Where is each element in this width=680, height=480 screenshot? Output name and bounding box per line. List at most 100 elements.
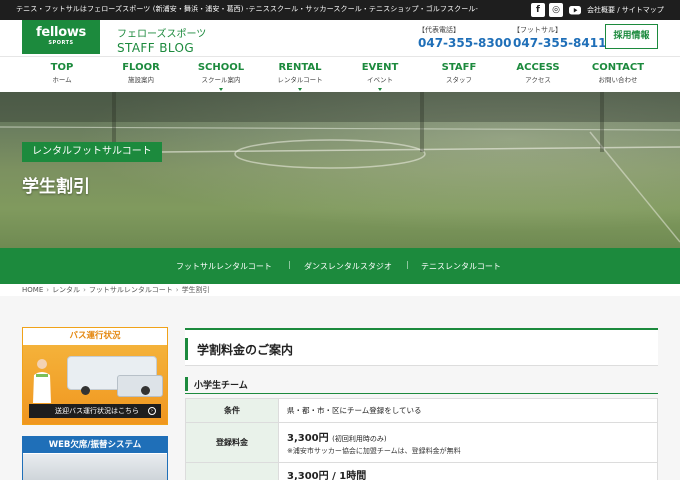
heading-accent [185, 338, 188, 360]
court-pole [600, 92, 604, 152]
nav-label-en: FLOOR [122, 62, 160, 73]
site-header: fellows SPORTS フェローズスポーツ STAFF BLOG 【代表電… [0, 20, 680, 56]
breadcrumb-current: 学生割引 [181, 286, 210, 294]
fellows-logo[interactable]: fellows SPORTS [22, 20, 100, 54]
nav-label-jp: ホーム [52, 76, 72, 84]
web-absence-banner[interactable]: WEB欠席/振替システム [22, 436, 168, 480]
rental-subnav: フットサルレンタルコート | ダンスレンタルスタジオ | テニスレンタルコート [0, 248, 680, 284]
logo-wordmark: fellows [36, 25, 86, 40]
nav-label-jp: アクセス [525, 76, 551, 84]
futsal-court-lines [0, 92, 680, 243]
brand-jp: フェローズスポーツ [117, 29, 207, 40]
court-pole [420, 92, 424, 152]
subsection-heading-text: 小学生チーム [194, 381, 248, 391]
chevron-down-icon [298, 88, 302, 91]
nav-label-jp: スタッフ [446, 76, 472, 84]
nav-label-en: SCHOOL [197, 62, 245, 73]
subnav-separator: | [288, 260, 291, 269]
van-illustration [117, 375, 163, 397]
nav-item-staff[interactable]: STAFF スタッフ [419, 62, 499, 84]
recruit-button[interactable]: 採用情報 [605, 24, 658, 49]
subnav-dance-studio[interactable]: ダンスレンタルスタジオ [304, 261, 392, 272]
nav-label-jp: イベント [367, 76, 393, 84]
bus-photo: 送迎バス運行状況はこちら › [23, 345, 167, 424]
wheel [81, 386, 90, 395]
nav-label-en: EVENT [361, 62, 399, 73]
subsection-heading: 小学生チーム [185, 376, 658, 394]
top-bar: テニス・フットサルはフェローズスポーツ (新浦安・舞浜・浦安・葛西) -テニスス… [0, 0, 680, 20]
nav-label-jp: スクール案内 [201, 76, 241, 84]
nav-item-top[interactable]: TOP ホーム [22, 62, 102, 84]
nav-item-event[interactable]: EVENT イベント [340, 62, 420, 91]
nav-item-contact[interactable]: CONTACT お問い合わせ [578, 62, 658, 84]
bus-status-link[interactable]: 送迎バス運行状況はこちら › [29, 404, 161, 418]
nav-item-access[interactable]: ACCESS アクセス [498, 62, 578, 84]
main-phone[interactable]: 【代表電話】 047-355-8300 [418, 25, 511, 50]
hourly-value: 3,300円 / 1時間 [278, 462, 658, 480]
condition-label: 条件 [185, 398, 279, 423]
hero-banner: レンタルフットサルコート 学生割引 [0, 92, 680, 248]
section-heading-text: 学割料金のご案内 [197, 343, 294, 357]
fee-price: 3,300円 [287, 433, 329, 444]
section-heading: 学割料金のご案内 [185, 328, 658, 366]
fee-price-note: (初回利用時のみ) [332, 435, 387, 443]
breadcrumb-home[interactable]: HOME [22, 286, 43, 294]
bus-status-title: バス運行状況 [23, 328, 167, 344]
chevron-right-icon: › [83, 286, 86, 294]
hero-category-tag: レンタルフットサルコート [22, 142, 162, 162]
main-phone-number: 047-355-8300 [418, 36, 512, 50]
subheading-accent [185, 377, 188, 391]
subnav-tennis-rental[interactable]: テニスレンタルコート [421, 261, 501, 272]
fee-value: 3,300円 (初回利用時のみ) ※浦安市サッカー協会に加盟チームは、登録料金が… [278, 422, 658, 463]
fee-table: 条件 県・都・市・区にチーム登録をしている 登録料金 3,300円 (初回利用時… [185, 398, 658, 480]
page-title: 学生割引 [22, 177, 90, 197]
nav-label-jp: お問い合わせ [598, 76, 638, 84]
breadcrumb-rental[interactable]: レンタル [52, 286, 80, 294]
table-row: 3,300円 / 1時間 [185, 462, 658, 480]
company-sitemap-links[interactable]: 会社概要 / サイトマップ [587, 5, 664, 15]
nav-label-jp: 施設案内 [128, 76, 154, 84]
condition-value: 県・都・市・区にチーム登録をしている [278, 398, 658, 423]
nav-label-en: RENTAL [278, 62, 322, 73]
main-phone-label: 【代表電話】 [418, 26, 460, 34]
bus-status-banner[interactable]: バス運行状況 送迎バス運行状況はこちら › [22, 327, 168, 425]
subnav-futsal-rental[interactable]: フットサルレンタルコート [176, 261, 272, 272]
web-absence-title: WEB欠席/振替システム [23, 437, 167, 453]
nav-label-en: ACCESS [516, 62, 560, 73]
wheel [141, 386, 150, 395]
futsal-phone-label: 【フットサル】 [513, 26, 562, 34]
staff-blog-title[interactable]: フェローズスポーツ STAFF BLOG [117, 25, 206, 55]
facebook-icon[interactable]: f [531, 3, 545, 17]
main-nav: TOP ホーム FLOOR 施設案内 SCHOOL スクール案内 RENTAL … [0, 56, 680, 92]
table-row: 条件 県・都・市・区にチーム登録をしている [185, 398, 658, 423]
table-row: 登録料金 3,300円 (初回利用時のみ) ※浦安市サッカー協会に加盟チームは、… [185, 422, 658, 463]
subnav-separator: | [406, 260, 409, 269]
instagram-icon[interactable]: ◎ [549, 3, 563, 17]
nav-item-rental[interactable]: RENTAL レンタルコート [260, 62, 340, 91]
hourly-label [185, 462, 279, 480]
youtube-icon[interactable] [568, 3, 582, 17]
nav-item-floor[interactable]: FLOOR 施設案内 [101, 62, 181, 84]
futsal-phone[interactable]: 【フットサル】 047-355-8411 [513, 25, 606, 50]
hourly-price: 3,300円 / 1時間 [287, 471, 367, 480]
nav-item-school[interactable]: SCHOOL スクール案内 [181, 62, 261, 91]
staff-person-icon [33, 359, 51, 403]
chevron-down-icon [219, 88, 223, 91]
nav-label-en: TOP [50, 62, 74, 73]
breadcrumb-futsal-rental[interactable]: フットサルレンタルコート [89, 286, 173, 294]
nav-label-jp: レンタルコート [277, 76, 323, 84]
fee-price-line: 3,300円 (初回利用時のみ) [287, 429, 649, 444]
chevron-right-icon: › [175, 286, 179, 294]
chevron-right-icon: › [46, 286, 50, 294]
breadcrumb: HOME › レンタル › フットサルレンタルコート › 学生割引 [22, 285, 210, 295]
arrow-circle-icon: › [148, 407, 156, 415]
nav-label-en: STAFF [441, 62, 477, 73]
chevron-down-icon [378, 88, 382, 91]
fee-note: ※浦安市サッカー協会に加盟チームは、登録料金が無料 [287, 447, 461, 455]
fee-label: 登録料金 [185, 422, 279, 463]
site-tagline: テニス・フットサルはフェローズスポーツ (新浦安・舞浜・浦安・葛西) -テニスス… [16, 5, 479, 13]
logo-subtext: SPORTS [48, 40, 74, 46]
brand-en: STAFF BLOG [117, 41, 195, 55]
futsal-phone-number: 047-355-8411 [513, 36, 607, 50]
nav-label-en: CONTACT [591, 62, 645, 73]
